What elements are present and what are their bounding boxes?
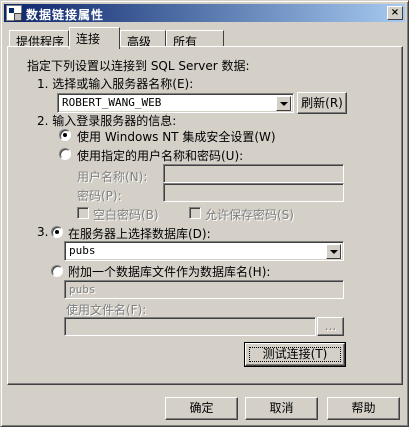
refresh-button[interactable]: 刷新(R) xyxy=(297,92,347,114)
password-label: 密码(P): xyxy=(77,189,122,203)
attach-database-name-field[interactable]: pubs xyxy=(64,280,344,299)
ok-button[interactable]: 确定 xyxy=(165,397,238,420)
cancel-button-label: 取消 xyxy=(269,401,294,415)
server-name-value: ROBERT_WANG_WEB xyxy=(62,96,162,109)
password-field[interactable] xyxy=(163,183,344,202)
server-name-combobox[interactable]: ROBERT_WANG_WEB xyxy=(57,93,294,113)
attach-database-name-value: pubs xyxy=(69,283,96,296)
ok-button-label: 确定 xyxy=(189,401,214,415)
radio-windows-nt-auth[interactable] xyxy=(59,129,71,141)
help-button[interactable]: 帮助 xyxy=(327,397,400,420)
username-label: 用户名称(N): xyxy=(77,170,148,184)
allow-save-password-checkbox[interactable] xyxy=(189,207,201,219)
username-field[interactable] xyxy=(163,164,344,183)
select-database-label: 在服务器上选择数据库(D): xyxy=(68,227,211,241)
blank-password-checkbox[interactable] xyxy=(77,207,89,219)
filename-field[interactable] xyxy=(64,317,316,336)
test-connection-label: 测试连接(T) xyxy=(262,347,328,361)
help-button-label: 帮助 xyxy=(351,401,376,415)
step3-number: 3. xyxy=(37,225,49,239)
radio-username-password[interactable] xyxy=(59,148,71,160)
browse-button[interactable]: ... xyxy=(317,317,344,336)
intro-text: 指定下列设置以连接到 SQL Server 数据: xyxy=(27,59,250,73)
attach-database-file-label: 附加一个数据库文件作为数据库名(H): xyxy=(68,265,271,279)
cancel-button[interactable]: 取消 xyxy=(245,397,318,420)
server-dropdown-arrow-icon[interactable] xyxy=(276,96,291,111)
username-password-label: 使用指定的用户名称和密码(U): xyxy=(77,149,244,163)
database-combobox[interactable]: pubs xyxy=(64,241,344,261)
windows-nt-auth-label: 使用 Windows NT 集成安全设置(W) xyxy=(77,130,276,144)
allow-save-password-label: 允许保存密码(S) xyxy=(205,208,294,222)
login-info-label: 2. 输入登录服务器的信息: xyxy=(37,114,177,128)
browse-button-label: ... xyxy=(324,319,337,333)
use-filename-label: 使用文件名(F): xyxy=(66,303,147,317)
database-dropdown-arrow-icon[interactable] xyxy=(326,244,341,259)
data-link-properties-dialog: 数据链接属性 × 提供程序 连接 高级 所有 指定下列设置以连接到 SQL Se… xyxy=(0,0,409,427)
radio-select-database[interactable] xyxy=(51,226,63,238)
radio-attach-database-file[interactable] xyxy=(51,265,63,277)
database-value: pubs xyxy=(69,244,96,257)
test-connection-button[interactable]: 测试连接(T) xyxy=(244,342,346,367)
refresh-button-label: 刷新(R) xyxy=(301,96,343,110)
blank-password-label: 空白密码(B) xyxy=(93,208,159,222)
server-name-label: 1. 选择或输入服务器名称(E): xyxy=(37,77,194,91)
